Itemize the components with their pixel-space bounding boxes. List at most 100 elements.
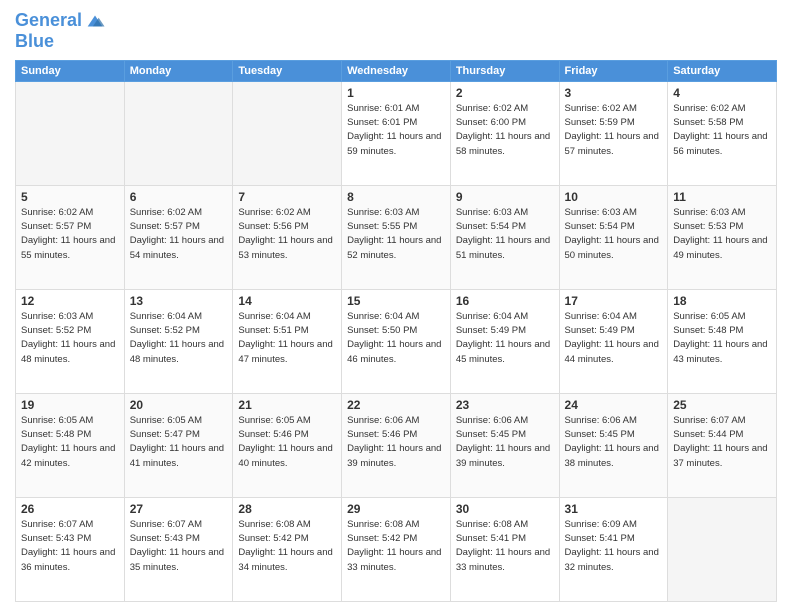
calendar-cell: 18 Sunrise: 6:05 AMSunset: 5:48 PMDayligh… xyxy=(668,289,777,393)
day-number: 4 xyxy=(673,86,771,100)
sunrise-text: Sunrise: 6:04 AM xyxy=(238,310,336,324)
sunrise-text: Sunrise: 6:03 AM xyxy=(347,206,445,220)
calendar-cell: 15Sunrise: 6:04 AMSunset: 5:50 PMDayligh… xyxy=(342,289,451,393)
sunset-text: Sunset: 6:00 PM xyxy=(456,116,554,130)
sunset-text: Sunset: 5:59 PM xyxy=(565,116,663,130)
sunrise-text: Sunrise: 6:08 AM xyxy=(456,518,554,532)
sunset-text: Sunset: 5:49 PM xyxy=(456,324,554,338)
calendar-header-thursday: Thursday xyxy=(450,60,559,81)
sunrise-text: Sunrise: 6:06 AM xyxy=(456,414,554,428)
daylight-text: Daylight: 11 hours and 56 minutes. xyxy=(673,130,771,159)
calendar-cell: 4 Sunrise: 6:02 AMSunset: 5:58 PMDaylight… xyxy=(668,81,777,185)
sunset-text: Sunset: 5:47 PM xyxy=(130,428,228,442)
calendar-header-wednesday: Wednesday xyxy=(342,60,451,81)
calendar-cell: 2 Sunrise: 6:02 AMSunset: 6:00 PMDaylight… xyxy=(450,81,559,185)
daylight-text: Daylight: 11 hours and 39 minutes. xyxy=(347,442,445,471)
calendar-cell: 13Sunrise: 6:04 AMSunset: 5:52 PMDayligh… xyxy=(124,289,233,393)
day-number: 20 xyxy=(130,398,228,412)
sunrise-text: Sunrise: 6:02 AM xyxy=(673,102,771,116)
sunset-text: Sunset: 5:58 PM xyxy=(673,116,771,130)
calendar-cell: 26Sunrise: 6:07 AMSunset: 5:43 PMDayligh… xyxy=(16,497,125,601)
daylight-text: Daylight: 11 hours and 51 minutes. xyxy=(456,234,554,263)
sunset-text: Sunset: 5:46 PM xyxy=(347,428,445,442)
day-number: 6 xyxy=(130,190,228,204)
calendar-cell: 3 Sunrise: 6:02 AMSunset: 5:59 PMDaylight… xyxy=(559,81,668,185)
sunset-text: Sunset: 5:48 PM xyxy=(21,428,119,442)
calendar-week-4: 26Sunrise: 6:07 AMSunset: 5:43 PMDayligh… xyxy=(16,497,777,601)
day-number: 3 xyxy=(565,86,663,100)
daylight-text: Daylight: 11 hours and 39 minutes. xyxy=(456,442,554,471)
day-info: Sunrise: 6:02 AMSunset: 5:59 PMDaylight:… xyxy=(565,102,663,159)
daylight-text: Daylight: 11 hours and 38 minutes. xyxy=(565,442,663,471)
day-info: Sunrise: 6:05 AMSunset: 5:47 PMDaylight:… xyxy=(130,414,228,471)
sunrise-text: Sunrise: 6:09 AM xyxy=(565,518,663,532)
sunrise-text: Sunrise: 6:07 AM xyxy=(21,518,119,532)
sunrise-text: Sunrise: 6:08 AM xyxy=(347,518,445,532)
calendar-cell: 31Sunrise: 6:09 AMSunset: 5:41 PMDayligh… xyxy=(559,497,668,601)
calendar-header-friday: Friday xyxy=(559,60,668,81)
day-number: 23 xyxy=(456,398,554,412)
day-info: Sunrise: 6:02 AMSunset: 5:57 PMDaylight:… xyxy=(130,206,228,263)
day-number: 24 xyxy=(565,398,663,412)
calendar-cell: 9Sunrise: 6:03 AMSunset: 5:54 PMDaylight… xyxy=(450,185,559,289)
daylight-text: Daylight: 11 hours and 36 minutes. xyxy=(21,546,119,575)
sunset-text: Sunset: 5:50 PM xyxy=(347,324,445,338)
daylight-text: Daylight: 11 hours and 52 minutes. xyxy=(347,234,445,263)
day-number: 19 xyxy=(21,398,119,412)
day-number: 10 xyxy=(565,190,663,204)
day-info: Sunrise: 6:05 AMSunset: 5:48 PMDaylight:… xyxy=(673,310,771,367)
daylight-text: Daylight: 11 hours and 34 minutes. xyxy=(238,546,336,575)
calendar-cell: 7Sunrise: 6:02 AMSunset: 5:56 PMDaylight… xyxy=(233,185,342,289)
day-info: Sunrise: 6:04 AMSunset: 5:51 PMDaylight:… xyxy=(238,310,336,367)
sunrise-text: Sunrise: 6:01 AM xyxy=(347,102,445,116)
daylight-text: Daylight: 11 hours and 43 minutes. xyxy=(673,338,771,367)
day-number: 5 xyxy=(21,190,119,204)
day-info: Sunrise: 6:08 AMSunset: 5:42 PMDaylight:… xyxy=(347,518,445,575)
day-number: 13 xyxy=(130,294,228,308)
daylight-text: Daylight: 11 hours and 47 minutes. xyxy=(238,338,336,367)
calendar-cell xyxy=(124,81,233,185)
calendar-header-saturday: Saturday xyxy=(668,60,777,81)
calendar-week-0: 1Sunrise: 6:01 AMSunset: 6:01 PMDaylight… xyxy=(16,81,777,185)
daylight-text: Daylight: 11 hours and 55 minutes. xyxy=(21,234,119,263)
day-number: 8 xyxy=(347,190,445,204)
calendar-table: SundayMondayTuesdayWednesdayThursdayFrid… xyxy=(15,60,777,602)
header: General Blue xyxy=(15,10,777,52)
daylight-text: Daylight: 11 hours and 45 minutes. xyxy=(456,338,554,367)
day-info: Sunrise: 6:02 AMSunset: 6:00 PMDaylight:… xyxy=(456,102,554,159)
sunset-text: Sunset: 5:52 PM xyxy=(21,324,119,338)
sunset-text: Sunset: 5:45 PM xyxy=(565,428,663,442)
sunrise-text: Sunrise: 6:06 AM xyxy=(347,414,445,428)
day-info: Sunrise: 6:07 AMSunset: 5:43 PMDaylight:… xyxy=(130,518,228,575)
daylight-text: Daylight: 11 hours and 59 minutes. xyxy=(347,130,445,159)
day-info: Sunrise: 6:04 AMSunset: 5:50 PMDaylight:… xyxy=(347,310,445,367)
day-info: Sunrise: 6:06 AMSunset: 5:46 PMDaylight:… xyxy=(347,414,445,471)
calendar-cell: 1Sunrise: 6:01 AMSunset: 6:01 PMDaylight… xyxy=(342,81,451,185)
daylight-text: Daylight: 11 hours and 53 minutes. xyxy=(238,234,336,263)
sunset-text: Sunset: 5:54 PM xyxy=(565,220,663,234)
calendar-week-2: 12Sunrise: 6:03 AMSunset: 5:52 PMDayligh… xyxy=(16,289,777,393)
calendar-cell: 16 Sunrise: 6:04 AMSunset: 5:49 PMDayligh… xyxy=(450,289,559,393)
day-info: Sunrise: 6:08 AMSunset: 5:41 PMDaylight:… xyxy=(456,518,554,575)
sunset-text: Sunset: 5:57 PM xyxy=(130,220,228,234)
day-info: Sunrise: 6:07 AMSunset: 5:44 PMDaylight:… xyxy=(673,414,771,471)
day-number: 2 xyxy=(456,86,554,100)
day-number: 18 xyxy=(673,294,771,308)
day-number: 7 xyxy=(238,190,336,204)
sunrise-text: Sunrise: 6:05 AM xyxy=(130,414,228,428)
sunrise-text: Sunrise: 6:02 AM xyxy=(565,102,663,116)
sunrise-text: Sunrise: 6:02 AM xyxy=(21,206,119,220)
calendar-cell: 12Sunrise: 6:03 AMSunset: 5:52 PMDayligh… xyxy=(16,289,125,393)
sunrise-text: Sunrise: 6:04 AM xyxy=(456,310,554,324)
sunset-text: Sunset: 5:45 PM xyxy=(456,428,554,442)
day-info: Sunrise: 6:04 AMSunset: 5:49 PMDaylight:… xyxy=(456,310,554,367)
sunset-text: Sunset: 5:49 PM xyxy=(565,324,663,338)
calendar-cell: 29Sunrise: 6:08 AMSunset: 5:42 PMDayligh… xyxy=(342,497,451,601)
logo: General Blue xyxy=(15,10,106,52)
calendar-week-1: 5Sunrise: 6:02 AMSunset: 5:57 PMDaylight… xyxy=(16,185,777,289)
sunrise-text: Sunrise: 6:08 AM xyxy=(238,518,336,532)
calendar-header-sunday: Sunday xyxy=(16,60,125,81)
sunset-text: Sunset: 5:54 PM xyxy=(456,220,554,234)
sunset-text: Sunset: 5:44 PM xyxy=(673,428,771,442)
day-number: 16 xyxy=(456,294,554,308)
